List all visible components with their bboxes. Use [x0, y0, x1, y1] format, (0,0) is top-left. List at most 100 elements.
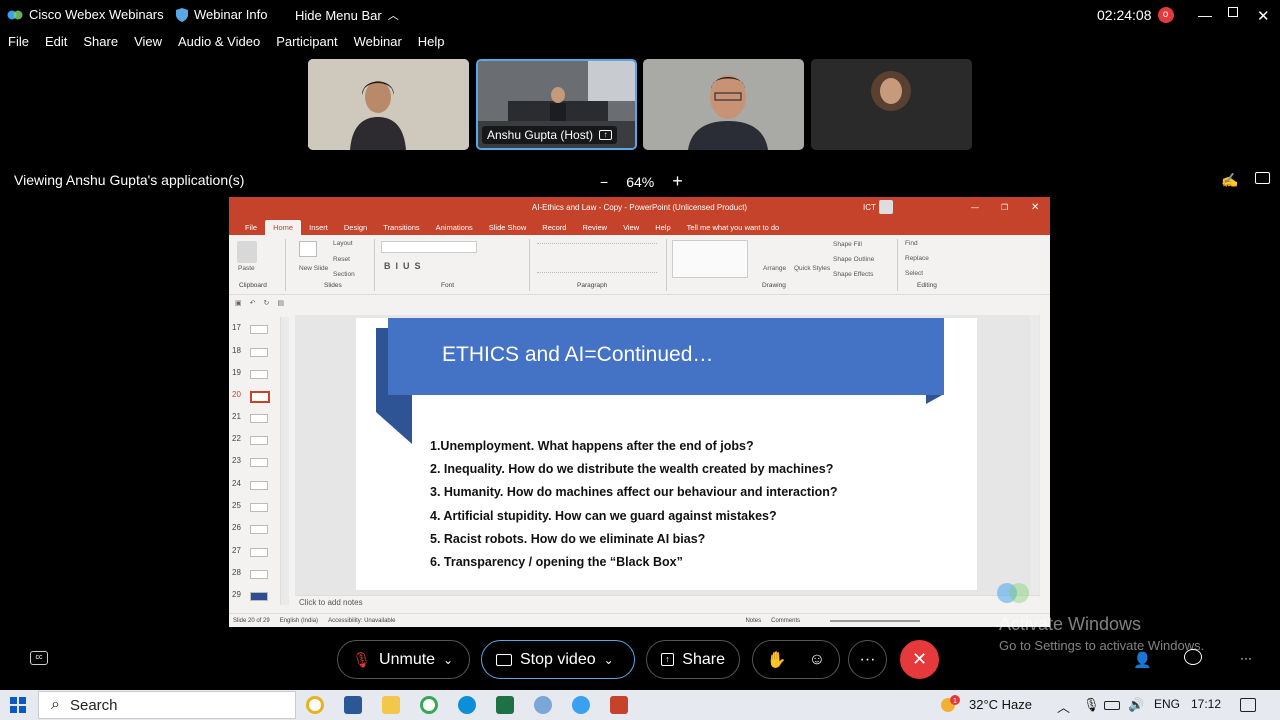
shape-outline-button[interactable]: Shape Outline: [833, 256, 874, 263]
save-icon[interactable]: ▣: [235, 299, 242, 307]
undo-icon[interactable]: ↶: [250, 299, 256, 307]
slide-thumbnail[interactable]: [250, 592, 268, 601]
notes-pane[interactable]: Click to add notes: [295, 595, 1040, 609]
stop-video-button[interactable]: Stop video ⌄: [481, 640, 635, 679]
taskbar-search-box[interactable]: ⌕ Search: [38, 691, 296, 719]
ppt-tab-home[interactable]: Home: [265, 220, 302, 235]
thumbnail-scrollbar[interactable]: [280, 317, 289, 605]
slide-title[interactable]: ETHICS and AI=Continued…: [442, 343, 713, 367]
chevron-up-icon[interactable]: ︿: [1057, 697, 1070, 716]
reset-button[interactable]: Reset: [333, 256, 350, 263]
chrome-icon[interactable]: [306, 696, 324, 714]
shape-effects-button[interactable]: Shape Effects: [833, 271, 873, 278]
share-button[interactable]: ↑ Share: [646, 640, 740, 679]
annotate-icon[interactable]: ✍: [1221, 172, 1238, 189]
panel-more-icon[interactable]: ···: [1240, 651, 1252, 665]
slide-thumbnail[interactable]: [250, 436, 268, 445]
menu-participant[interactable]: Participant: [276, 34, 337, 56]
weather-icon[interactable]: 1: [940, 695, 960, 713]
new-slide-icon[interactable]: [299, 241, 317, 257]
shapes-gallery[interactable]: [672, 240, 748, 278]
find-button[interactable]: Find: [905, 240, 918, 247]
ppt-tab-slideshow[interactable]: Slide Show: [481, 220, 535, 235]
chrome-profile-icon[interactable]: [420, 696, 438, 714]
shared-powerpoint-window[interactable]: AI-Ethics and Law - Copy - PowerPoint (U…: [229, 197, 1050, 627]
select-button[interactable]: Select: [905, 270, 923, 277]
slide-thumbnail-selected[interactable]: [250, 391, 270, 403]
chevron-down-icon[interactable]: ⌄: [604, 653, 614, 667]
paragraph-tools[interactable]: [537, 243, 657, 273]
replace-button[interactable]: Replace: [905, 255, 929, 262]
webinar-info-button[interactable]: Webinar Info: [176, 7, 267, 22]
section-button[interactable]: Section: [333, 271, 355, 278]
menu-webinar[interactable]: Webinar: [354, 34, 402, 56]
file-explorer-icon[interactable]: [382, 696, 400, 714]
zoom-out-button[interactable]: −: [600, 174, 608, 190]
participant-video-3[interactable]: [643, 59, 804, 150]
slide-thumbnail[interactable]: [250, 348, 268, 357]
slide-thumbnail[interactable]: [250, 481, 268, 490]
accessibility-status[interactable]: Accessibility: Unavailable: [328, 618, 395, 624]
quick-styles-button[interactable]: Quick Styles: [794, 265, 830, 272]
volume-icon[interactable]: 🔊: [1128, 697, 1144, 713]
globe-icon[interactable]: [534, 696, 552, 714]
more-options-button[interactable]: ···: [848, 640, 887, 679]
participants-icon[interactable]: 👤: [1133, 651, 1152, 669]
slide-thumbnail[interactable]: [250, 548, 268, 557]
menu-share[interactable]: Share: [83, 34, 118, 56]
participant-video-host[interactable]: Anshu Gupta (Host) ↑: [476, 59, 637, 150]
slide-thumbnail[interactable]: [250, 458, 268, 467]
chevron-down-icon[interactable]: ⌄: [443, 653, 453, 667]
webex-taskbar-icon[interactable]: [572, 696, 590, 714]
notification-icon[interactable]: [1240, 698, 1256, 712]
notes-toggle[interactable]: Notes: [745, 618, 761, 624]
slide-thumbnail-panel[interactable]: 17 18 19 20 21 22 23 24 25 26 27 28 29: [229, 315, 295, 605]
microphone-tray-icon[interactable]: 🎙: [1083, 697, 1100, 713]
ppt-tab-transitions[interactable]: Transitions: [375, 220, 427, 235]
restore-button[interactable]: [1228, 7, 1238, 17]
participant-video-1[interactable]: [308, 59, 469, 150]
language-indicator[interactable]: ENG: [1154, 697, 1180, 711]
popout-icon[interactable]: [1255, 172, 1270, 184]
ppt-tab-help[interactable]: Help: [647, 220, 678, 235]
word-icon[interactable]: [344, 696, 362, 714]
slide-scrollbar[interactable]: [1030, 315, 1039, 605]
windows-start-icon[interactable]: [10, 697, 26, 718]
present-icon[interactable]: ▤: [277, 299, 284, 307]
language-status[interactable]: English (India): [280, 618, 318, 624]
current-slide[interactable]: ETHICS and AI=Continued… 1.Unemployment.…: [356, 318, 977, 590]
menu-help[interactable]: Help: [418, 34, 445, 56]
slide-editing-area[interactable]: ETHICS and AI=Continued… 1.Unemployment.…: [295, 315, 1040, 605]
closed-caption-icon[interactable]: cc: [30, 651, 48, 665]
menu-view[interactable]: View: [134, 34, 162, 56]
raise-hand-icon[interactable]: ✋: [767, 650, 787, 670]
excel-icon[interactable]: [496, 696, 514, 714]
ppt-tab-design[interactable]: Design: [336, 220, 375, 235]
font-format-buttons[interactable]: B I U S: [384, 261, 421, 271]
menu-edit[interactable]: Edit: [45, 34, 67, 56]
slide-thumbnail[interactable]: [250, 525, 268, 534]
edge-icon[interactable]: [458, 696, 476, 714]
zoom-in-button[interactable]: +: [672, 171, 683, 192]
ppt-tab-view[interactable]: View: [615, 220, 647, 235]
ppt-tab-record[interactable]: Record: [534, 220, 574, 235]
ppt-tell-me[interactable]: Tell me what you want to do: [679, 220, 788, 235]
ppt-close-icon[interactable]: ✕: [1031, 202, 1039, 213]
hide-menu-bar-button[interactable]: Hide Menu Bar ︿: [295, 7, 399, 23]
chat-icon[interactable]: [1184, 649, 1202, 665]
comments-toggle[interactable]: Comments: [771, 618, 800, 624]
slide-thumbnail[interactable]: [250, 370, 268, 379]
ppt-tab-review[interactable]: Review: [574, 220, 615, 235]
ppt-minimize-icon[interactable]: —: [971, 203, 979, 212]
slide-thumbnail[interactable]: [250, 570, 268, 579]
ppt-restore-icon[interactable]: ❐: [1001, 203, 1008, 212]
redo-icon[interactable]: ↻: [264, 299, 270, 307]
shape-fill-button[interactable]: Shape Fill: [833, 241, 862, 248]
ppt-tab-file[interactable]: File: [237, 220, 265, 235]
weather-label[interactable]: 32°C Haze: [969, 697, 1032, 712]
font-name-box[interactable]: [381, 241, 477, 253]
close-window-button[interactable]: ✕: [1257, 7, 1270, 25]
layout-button[interactable]: Layout: [333, 240, 353, 247]
menu-file[interactable]: File: [8, 34, 29, 56]
emoji-reaction-icon[interactable]: ☺: [809, 651, 825, 669]
